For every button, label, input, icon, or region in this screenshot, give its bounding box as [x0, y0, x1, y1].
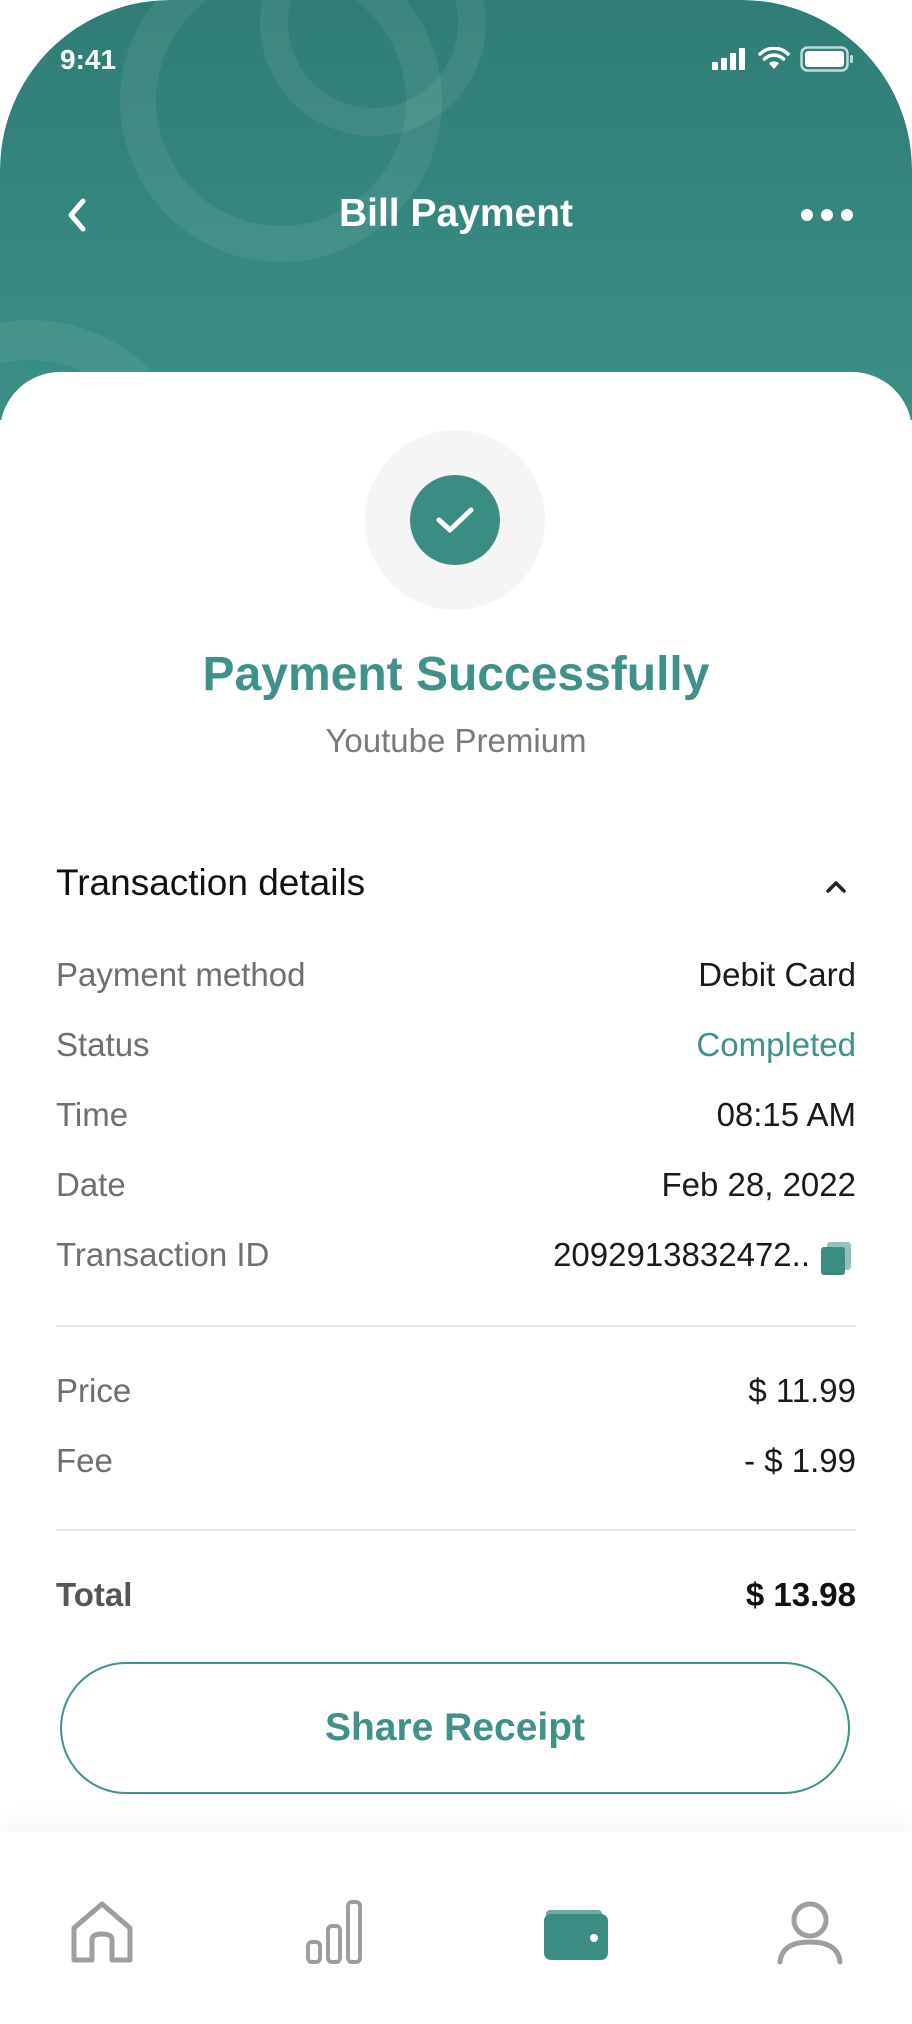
detail-value: Debit Card: [698, 956, 856, 993]
copy-button[interactable]: [816, 1238, 856, 1278]
detail-row-transaction-id: Transaction ID 2092913832472..: [56, 1236, 856, 1286]
more-dot-icon: [801, 209, 813, 221]
detail-label: Payment method: [56, 956, 306, 993]
chart-bars-icon: [306, 1900, 362, 1964]
price-value: $ 11.99: [748, 1372, 856, 1409]
detail-label: Date: [56, 1166, 126, 1203]
success-subtitle: Youtube Premium: [325, 722, 587, 759]
profile-icon: [777, 1901, 843, 1965]
success-check-circle: [410, 475, 500, 565]
fee-label: Fee: [56, 1442, 113, 1479]
signal-icon: [712, 48, 745, 70]
wallet-icon: [544, 1910, 608, 1960]
success-badge: [365, 430, 545, 610]
total-label: Total: [56, 1576, 133, 1613]
phone-screen: 9:41 Bill Payment Payment Successfully Y…: [0, 0, 912, 2024]
detail-row-payment-method: Payment method Debit Card: [56, 956, 856, 1006]
detail-label: Time: [56, 1096, 129, 1133]
bottom-tab-bar: [0, 1832, 912, 2024]
collapse-button[interactable]: [816, 862, 856, 912]
wifi-icon: [758, 47, 790, 69]
more-dot-icon: [841, 209, 853, 221]
status-icons: [712, 46, 854, 72]
more-dot-icon: [821, 209, 833, 221]
transaction-details-header[interactable]: Transaction details: [56, 862, 856, 922]
total-value: $ 13.98: [745, 1576, 856, 1613]
divider: [56, 1529, 856, 1531]
transaction-id-value: 2092913832472..: [553, 1236, 810, 1273]
tab-home[interactable]: [62, 1892, 142, 1972]
status-time: 9:41: [60, 44, 117, 75]
home-icon: [71, 1901, 133, 1963]
tab-statistics[interactable]: [296, 1892, 376, 1972]
share-receipt-button[interactable]: Share Receipt: [60, 1662, 850, 1794]
copy-icon: [821, 1242, 851, 1275]
fee-row: Fee - $ 1.99: [56, 1442, 856, 1492]
success-title: Payment Successfully: [202, 648, 710, 701]
price-row: Price $ 11.99: [56, 1372, 856, 1422]
detail-label: Transaction ID: [56, 1236, 270, 1273]
fee-value: - $ 1.99: [744, 1442, 856, 1479]
total-row: Total $ 13.98: [56, 1576, 856, 1626]
divider: [56, 1325, 856, 1327]
tab-wallet[interactable]: [536, 1892, 616, 1972]
status-value: Completed: [696, 1026, 856, 1063]
header-background: 9:41 Bill Payment: [0, 0, 912, 420]
nav-bar: Bill Payment: [0, 170, 912, 260]
checkmark-icon: [436, 507, 474, 533]
payment-card: Payment Successfully Youtube Premium Tra…: [0, 372, 912, 1832]
more-options-button[interactable]: [792, 190, 862, 240]
detail-row-time: Time 08:15 AM: [56, 1096, 856, 1146]
detail-row-date: Date Feb 28, 2022: [56, 1166, 856, 1216]
section-title: Transaction details: [56, 862, 366, 903]
battery-icon: [800, 46, 853, 72]
tab-profile[interactable]: [770, 1892, 850, 1972]
chevron-up-icon: [826, 881, 846, 893]
detail-value: Feb 28, 2022: [661, 1166, 857, 1203]
price-label: Price: [56, 1372, 132, 1409]
status-bar: 9:41: [0, 0, 912, 120]
page-title: Bill Payment: [338, 192, 574, 235]
detail-label: Status: [56, 1026, 150, 1063]
detail-row-status: Status Completed: [56, 1026, 856, 1076]
detail-value: 08:15 AM: [716, 1096, 856, 1133]
